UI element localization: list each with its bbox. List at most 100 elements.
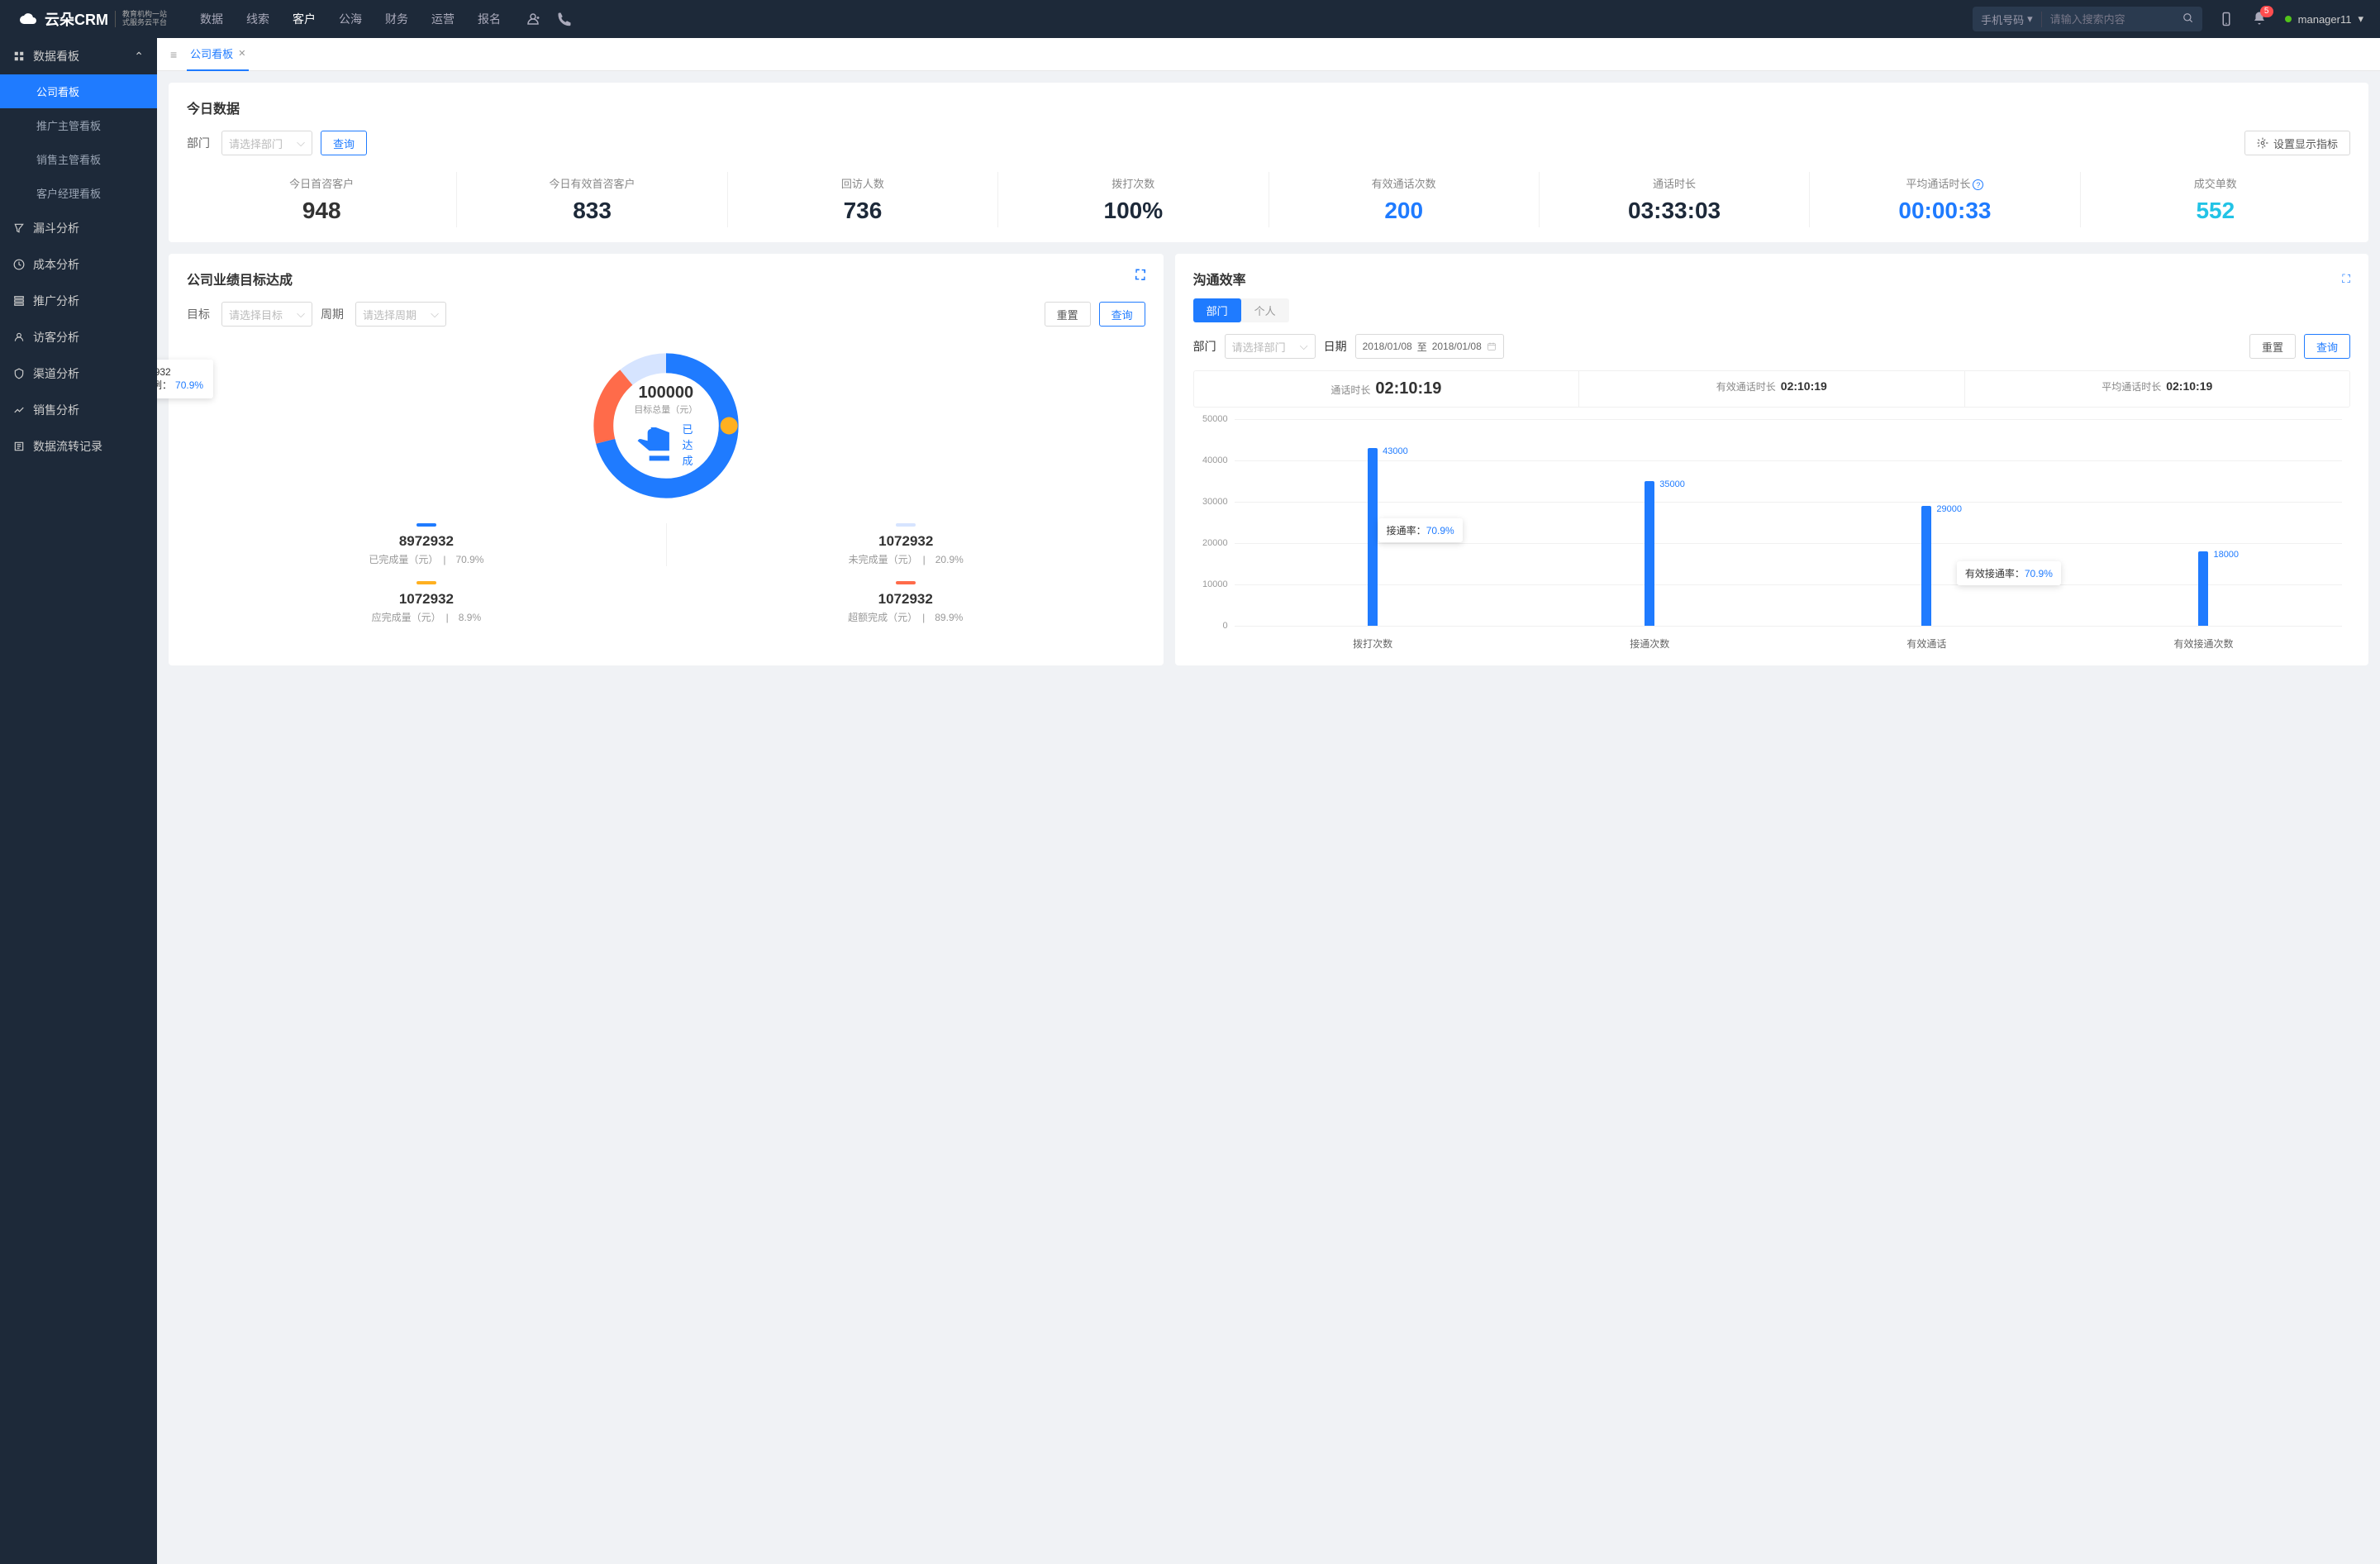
sidebar-item[interactable]: 数据流转记录 [0, 428, 157, 465]
menu-icon [13, 295, 25, 307]
hamburger-icon[interactable]: ≡ [170, 48, 177, 61]
tabs-bar: ≡ 公司看板 ✕ [157, 38, 2380, 71]
comm-stat: 有效通话时长02:10:19 [1579, 371, 1964, 407]
header-action-icons [526, 12, 572, 26]
comm-stat: 平均通话时长02:10:19 [1965, 371, 2349, 407]
reset-button[interactable]: 重置 [1045, 302, 1091, 327]
donut-metrics: 8972932已完成量（元） | 70.9%1072932未完成量（元） | 2… [187, 523, 1145, 624]
bar-chart: 01000020000300004000050000 4300035000290… [1193, 419, 2350, 651]
nav-item[interactable]: 线索 [246, 11, 269, 27]
comm-summary: 通话时长02:10:19有效通话时长02:10:19平均通话时长02:10:19 [1193, 370, 2350, 408]
user-menu[interactable]: manager11 ▾ [2285, 12, 2363, 26]
stat-item: 有效通话次数200 [1269, 172, 1540, 227]
calendar-icon [1487, 341, 1497, 351]
bar: 43000 [1368, 448, 1378, 626]
bar: 18000 [2198, 551, 2208, 626]
target-title: 公司业绩目标达成 ⛶ [187, 269, 1145, 288]
color-bar [896, 581, 916, 584]
sidebar-item[interactable]: 渠道分析 [0, 355, 157, 392]
menu-icon [13, 441, 25, 452]
status-achieved: 已达成 [634, 421, 697, 468]
bar-column: 29000 [1805, 419, 2049, 626]
search-button[interactable] [2174, 12, 2202, 26]
expand-icon[interactable]: ⛶ [2342, 272, 2350, 286]
target-filter: 目标 请选择目标⌵ 周期 请选择周期⌵ 重置 查询 [187, 302, 1145, 327]
logo-text: 云朵CRM [45, 8, 108, 30]
nav-item[interactable]: 公海 [339, 11, 362, 27]
today-stats-row: 今日首咨客户948今日有效首咨客户833回访人数736拨打次数100%有效通话次… [187, 172, 2350, 227]
nav-item[interactable]: 运营 [431, 11, 455, 27]
nav-item[interactable]: 报名 [478, 11, 501, 27]
comm-dept-select[interactable]: 请选择部门⌵ [1225, 334, 1316, 359]
menu-icon [13, 259, 25, 270]
today-title: 今日数据 [187, 98, 2350, 117]
today-filter: 部门 请选择部门 ⌵ 查询 设置显示指标 [187, 131, 2350, 155]
tab-company-board[interactable]: 公司看板 ✕ [187, 38, 249, 71]
donut-center: 100000 目标总量（元） 已达成 [634, 384, 697, 468]
mobile-icon[interactable] [2219, 12, 2234, 26]
sidebar-item[interactable]: 推广主管看板 [0, 108, 157, 142]
stat-item: 平均通话时长?00:00:33 [1810, 172, 2080, 227]
comm-card: 沟通效率 ⛶ 部门 个人 部门 请选择部门⌵ 日期 2018/01/08 至 [1175, 254, 2368, 665]
query-button[interactable]: 查询 [321, 131, 367, 155]
nav-item[interactable]: 财务 [385, 11, 408, 27]
chevron-down-icon: ⌵ [1300, 340, 1308, 353]
query-button[interactable]: 查询 [1099, 302, 1145, 327]
chevron-up-icon: ⌃ [134, 50, 144, 64]
chart-tooltip: 有效接通率：70.9% [1957, 561, 2061, 585]
seg-dept[interactable]: 部门 [1193, 298, 1241, 322]
stat-item: 拨打次数100% [998, 172, 1269, 227]
notification-bell[interactable]: 5 [2252, 11, 2267, 28]
chevron-down-icon: ⌵ [297, 136, 305, 150]
query-button[interactable]: 查询 [2304, 334, 2350, 359]
close-icon[interactable]: ✕ [238, 48, 245, 59]
sidebar-item[interactable]: 推广分析 [0, 283, 157, 319]
color-bar [416, 523, 436, 527]
gear-icon [2257, 137, 2268, 149]
color-bar [416, 581, 436, 584]
phone-icon[interactable] [557, 12, 572, 26]
today-card: 今日数据 部门 请选择部门 ⌵ 查询 设置显示指标 今日首咨客户948今日有效首… [169, 83, 2368, 242]
sidebar-item[interactable]: 客户经理看板 [0, 176, 157, 210]
date-range[interactable]: 2018/01/08 至 2018/01/08 [1355, 334, 1504, 359]
dept-select[interactable]: 请选择部门 ⌵ [221, 131, 312, 155]
sidebar-item[interactable]: 漏斗分析 [0, 210, 157, 246]
sidebar-item[interactable]: 访客分析 [0, 319, 157, 355]
search-input[interactable] [2042, 13, 2174, 26]
donut-metric: 8972932已完成量（元） | 70.9% [187, 523, 666, 566]
sidebar-item[interactable]: 销售分析 [0, 392, 157, 428]
search-icon [2182, 12, 2194, 24]
reset-button[interactable]: 重置 [2249, 334, 2296, 359]
seg-individual[interactable]: 个人 [1241, 298, 1289, 322]
settings-metrics-button[interactable]: 设置显示指标 [2244, 131, 2350, 155]
menu-icon [13, 404, 25, 416]
sidebar-item[interactable]: 销售主管看板 [0, 142, 157, 176]
bar: 35000 [1645, 481, 1654, 626]
donut-metric: 1072932未完成量（元） | 20.9% [666, 523, 1145, 566]
sidebar-item[interactable]: 成本分析 [0, 246, 157, 283]
nav-item[interactable]: 数据 [200, 11, 223, 27]
nav-item[interactable]: 客户 [293, 11, 316, 27]
search-type-select[interactable]: 手机号码 ▾ [1973, 12, 2042, 27]
menu-icon [13, 222, 25, 234]
sidebar-group-dashboard[interactable]: 数据看板 ⌃ [0, 38, 157, 74]
sidebar-item[interactable]: 公司看板 [0, 74, 157, 108]
goal-select[interactable]: 请选择目标⌵ [221, 302, 312, 327]
cloud-logo-icon [17, 11, 38, 27]
chart-tooltip: 接通率：70.9% [1378, 518, 1463, 542]
color-bar [896, 523, 916, 527]
target-card: 公司业绩目标达成 ⛶ 目标 请选择目标⌵ 周期 请选择周期⌵ 重置 查询 [169, 254, 1164, 665]
person-add-icon[interactable] [526, 12, 540, 26]
stat-item: 回访人数736 [728, 172, 998, 227]
main-content: ≡ 公司看板 ✕ 今日数据 部门 请选择部门 ⌵ 查询 [157, 38, 2380, 1564]
menu-icon [13, 368, 25, 379]
stat-item: 今日有效首咨客户833 [457, 172, 727, 227]
donut-chart: 1072932 所占比例：70.9% 100000 [187, 343, 1145, 624]
chevron-down-icon: ▾ [2027, 12, 2033, 26]
bar-column: 35000 [1528, 419, 1772, 626]
dashboard-icon [13, 50, 25, 62]
info-icon[interactable]: ? [1973, 179, 1983, 190]
period-select[interactable]: 请选择周期⌵ [355, 302, 446, 327]
expand-icon[interactable]: ⛶ [1135, 269, 1145, 284]
comm-stat: 通话时长02:10:19 [1194, 371, 1579, 407]
